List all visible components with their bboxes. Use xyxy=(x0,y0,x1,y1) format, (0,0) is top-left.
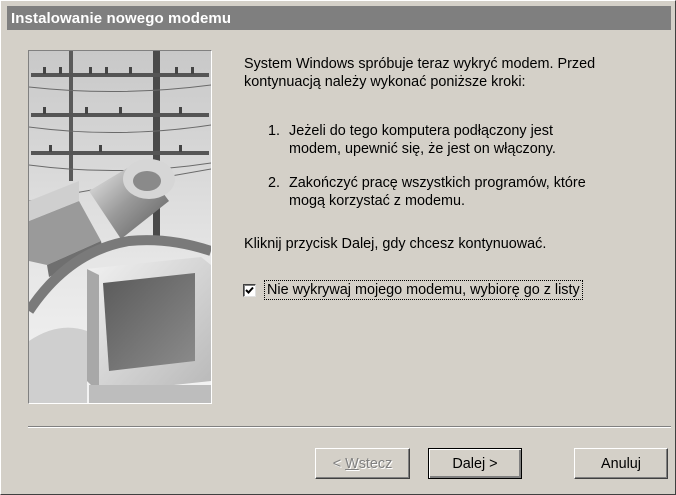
cancel-button-label: Anuluj xyxy=(600,455,641,472)
step-2-text-2: mogą korzystać z modemu. xyxy=(289,193,465,209)
cancel-button[interactable]: Anuluj xyxy=(574,448,668,479)
step-1-number: 1. xyxy=(268,123,281,139)
step-2: 2. Zakończyć pracę wszystkich programów,… xyxy=(268,174,668,210)
checkmark-icon xyxy=(245,286,254,294)
step-1-text-1: Jeżeli do tego komputera podłączony jest xyxy=(289,123,553,139)
next-button-label: Dalej > xyxy=(452,455,498,472)
step-2-line-2: mogą korzystać z modemu. xyxy=(268,192,668,210)
skip-detection-option[interactable]: Nie wykrywaj mojego modemu, wybiorę go z… xyxy=(243,280,583,300)
intro-line-2: kontynuacją należy wykonać poniższe krok… xyxy=(244,74,526,90)
back-button-label: stecz xyxy=(358,455,393,472)
button-separator xyxy=(28,426,671,428)
step-1-text-2: modem, upewnić się, że jest on włączony. xyxy=(289,141,556,157)
intro-line-1: System Windows spróbuje teraz wykryć mod… xyxy=(244,56,596,72)
title-bar[interactable]: Instalowanie nowego modemu xyxy=(7,6,671,30)
modem-wizard-window: Instalowanie nowego modemu System Window… xyxy=(0,0,676,495)
step-1-line-1: 1. Jeżeli do tego komputera podłączony j… xyxy=(268,122,668,140)
step-2-text-1: Zakończyć pracę wszystkich programów, kt… xyxy=(289,175,586,191)
step-2-line-1: 2. Zakończyć pracę wszystkich programów,… xyxy=(268,174,668,192)
skip-detection-checkbox[interactable] xyxy=(243,283,256,297)
step-1: 1. Jeżeli do tego komputera podłączony j… xyxy=(268,122,668,158)
next-button[interactable]: Dalej > xyxy=(428,448,522,479)
wizard-illustration xyxy=(28,50,212,404)
window-title: Instalowanie nowego modemu xyxy=(11,9,232,27)
back-button-accelerator: W xyxy=(345,455,359,472)
back-button-prefix: < xyxy=(332,455,346,472)
step-2-number: 2. xyxy=(268,175,281,191)
telephone-pole-computer-image xyxy=(29,51,211,403)
step-1-line-2: modem, upewnić się, że jest on włączony. xyxy=(268,140,668,158)
skip-detection-label[interactable]: Nie wykrywaj mojego modemu, wybiorę go z… xyxy=(264,280,583,300)
instruction-text: Kliknij przycisk Dalej, gdy chcesz konty… xyxy=(244,236,547,252)
back-button[interactable]: < Wstecz xyxy=(315,448,410,479)
